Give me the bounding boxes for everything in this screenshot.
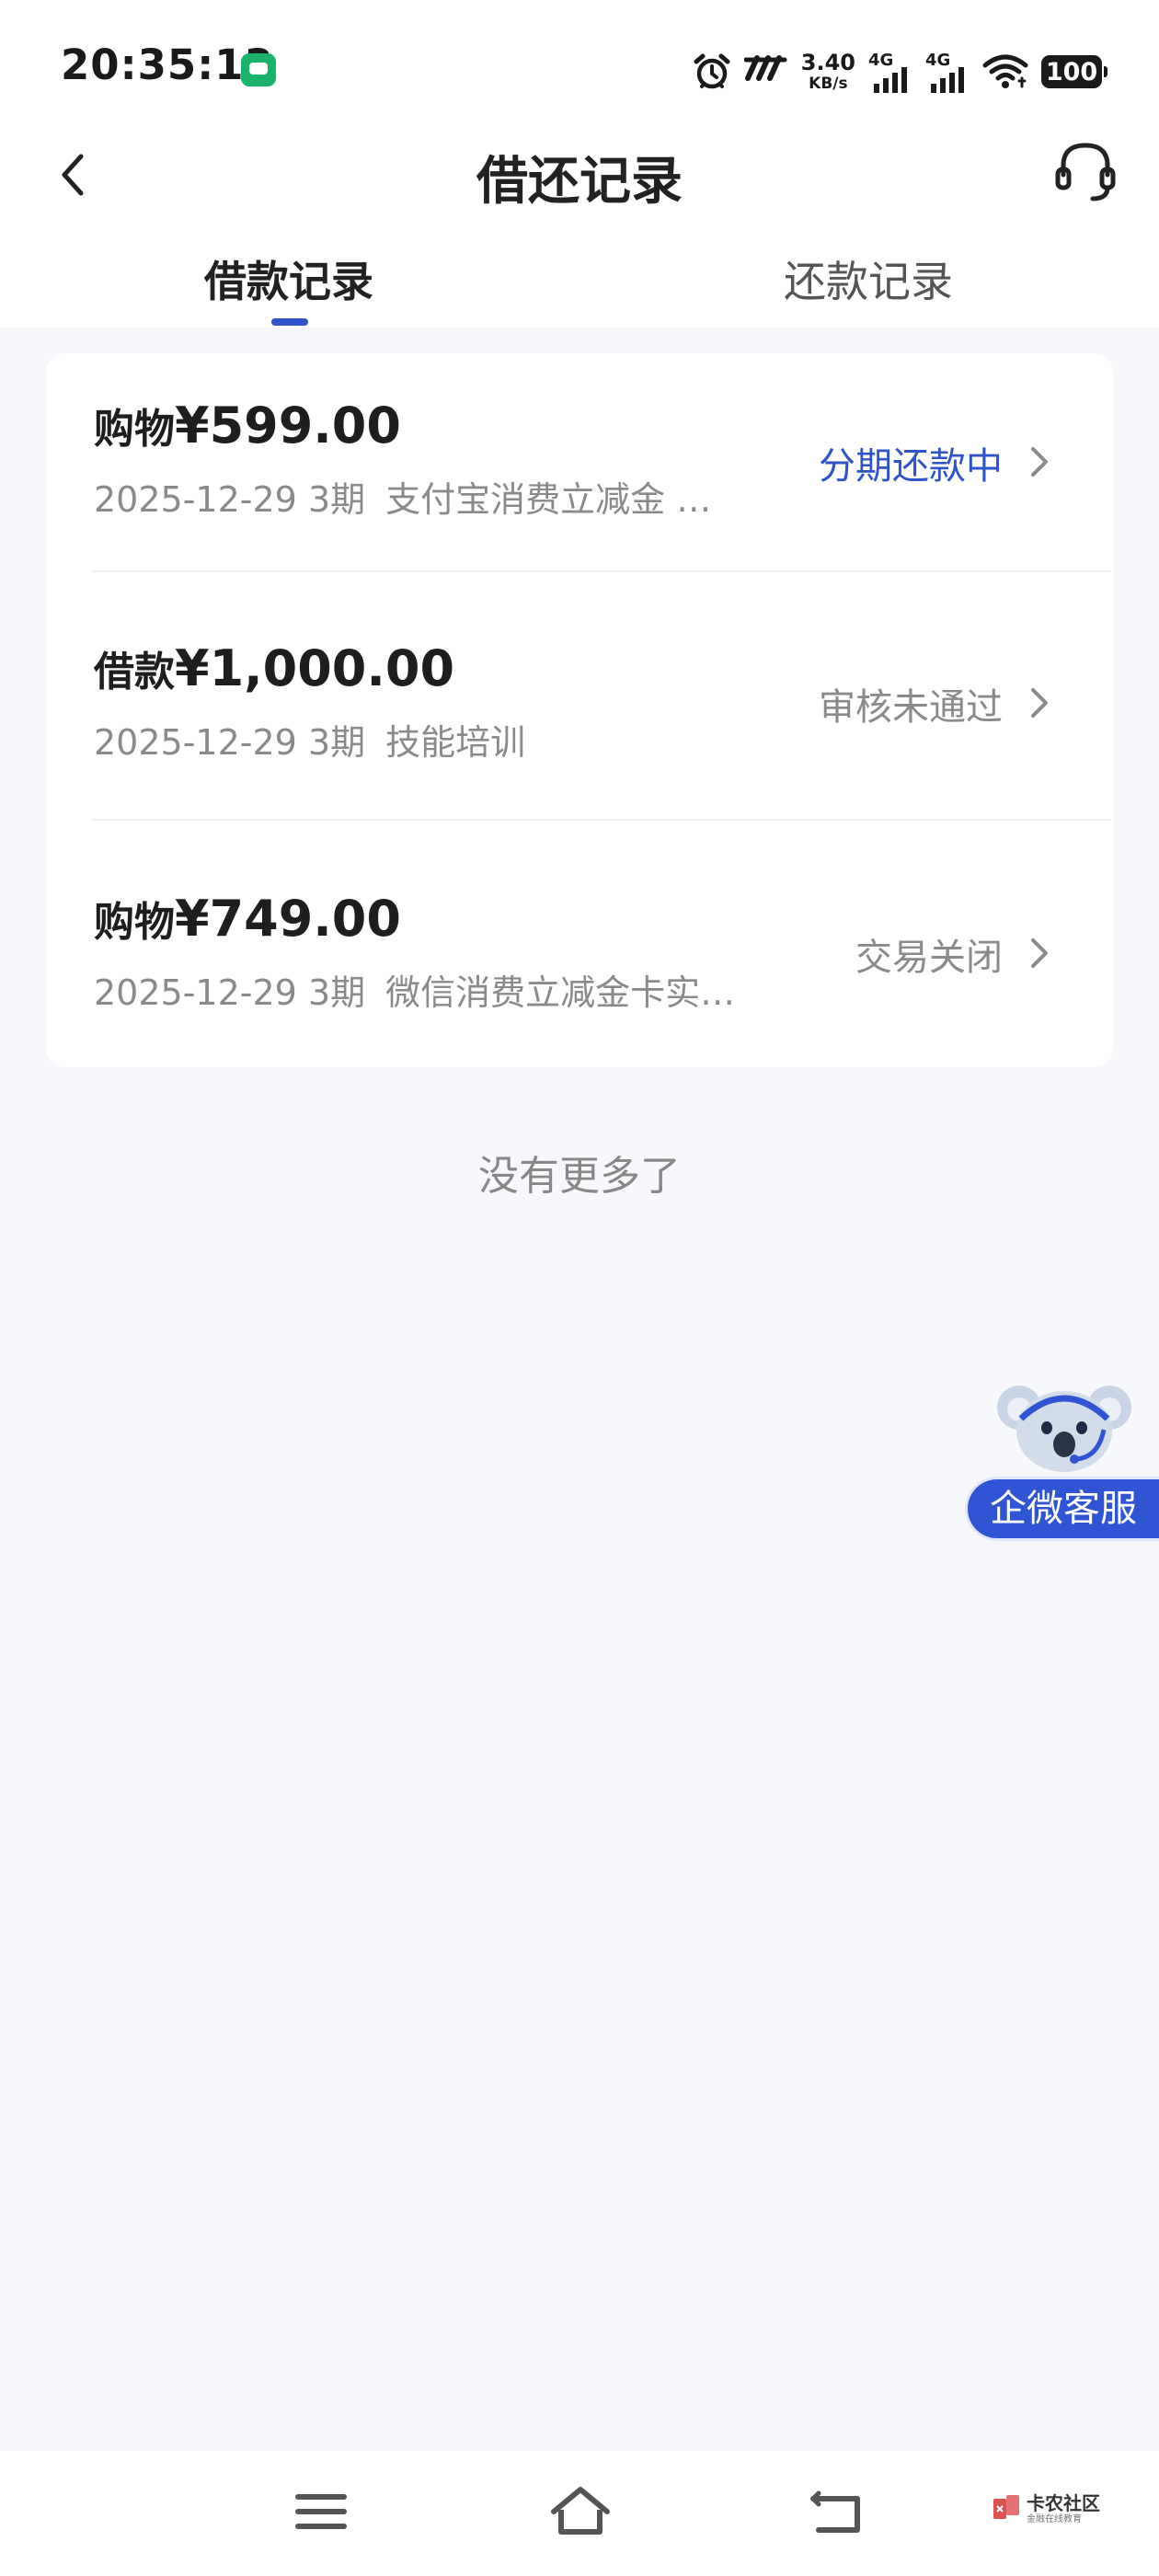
record-title: 购物¥599.00 bbox=[94, 396, 401, 454]
record-title: 借款¥1,000.00 bbox=[94, 638, 454, 697]
status-icons: 3.40 KB/s 4G 4G 100 bbox=[693, 46, 1107, 98]
record-item[interactable]: 购物¥749.00 2025-12-29 3期 微信消费立减金卡实… 交易关闭 bbox=[46, 856, 1113, 1104]
back-button[interactable] bbox=[48, 138, 103, 212]
signal-icon: 4G bbox=[925, 51, 970, 93]
record-status: 审核未通过 bbox=[819, 686, 1003, 729]
top-area: 20:35:13 3.40 KB/s 4G 4G 100 借还记录 借款记录 还… bbox=[0, 0, 1159, 328]
chevron-right-icon bbox=[1031, 447, 1048, 477]
record-list: 购物¥599.00 2025-12-29 3期 支付宝消费立减金 … 分期还款中 … bbox=[46, 353, 1113, 1067]
nfc-icon bbox=[743, 53, 788, 90]
divider bbox=[92, 570, 1111, 572]
record-date: 2025-12-29 bbox=[94, 972, 297, 1013]
record-periods: 3期 bbox=[307, 972, 366, 1013]
battery-icon: 100 bbox=[1041, 55, 1107, 88]
system-nav-bar: 卡农社区 金融在线教育 bbox=[0, 2451, 1159, 2576]
tab-borrow-records[interactable]: 借款记录 bbox=[204, 248, 373, 322]
headset-icon bbox=[1055, 143, 1116, 201]
signal-icon: 4G bbox=[868, 51, 912, 93]
koala-mascot-icon bbox=[997, 1386, 1131, 1472]
home-icon[interactable] bbox=[548, 2484, 613, 2539]
record-details: 2025-12-29 3期 技能培训 bbox=[94, 714, 525, 765]
record-type: 借款 bbox=[94, 649, 175, 696]
record-periods: 3期 bbox=[307, 722, 366, 763]
record-periods: 3期 bbox=[307, 479, 366, 520]
record-description: 技能培训 bbox=[385, 722, 526, 763]
chevron-right-icon bbox=[1031, 688, 1048, 718]
wifi-icon bbox=[982, 53, 1028, 90]
active-tab-indicator bbox=[271, 318, 308, 326]
customer-service-button[interactable] bbox=[1049, 134, 1122, 208]
network-speed-value: 3.40 bbox=[800, 50, 855, 75]
record-details: 2025-12-29 3期 支付宝消费立减金 … bbox=[94, 471, 711, 522]
record-details: 2025-12-29 3期 微信消费立减金卡实… bbox=[94, 964, 735, 1015]
chevron-right-icon bbox=[1031, 938, 1048, 968]
divider bbox=[92, 819, 1111, 821]
watermark-title: 卡农社区 bbox=[1027, 2491, 1100, 2514]
record-title: 购物¥749.00 bbox=[94, 889, 401, 948]
watermark-logo-icon bbox=[993, 2495, 1019, 2519]
record-type: 购物 bbox=[94, 899, 175, 946]
app-notification-icon bbox=[241, 53, 276, 86]
watermark: 卡农社区 金融在线教育 bbox=[992, 2493, 1100, 2524]
record-item[interactable]: 购物¥599.00 2025-12-29 3期 支付宝消费立减金 … 分期还款中 bbox=[46, 353, 1113, 602]
tab-repay-records[interactable]: 还款记录 bbox=[784, 248, 953, 322]
record-status: 交易关闭 bbox=[855, 937, 1003, 979]
menu-icon[interactable] bbox=[289, 2484, 353, 2539]
record-amount: ¥749.00 bbox=[175, 890, 401, 948]
record-description: 支付宝消费立减金 … bbox=[385, 479, 712, 520]
network-speed-unit: KB/s bbox=[809, 75, 848, 93]
back-icon[interactable] bbox=[806, 2484, 870, 2539]
chevron-left-icon bbox=[62, 154, 84, 196]
record-date: 2025-12-29 bbox=[94, 722, 297, 763]
watermark-subtitle: 金融在线教育 bbox=[1027, 2513, 1082, 2524]
page-title: 借还记录 bbox=[476, 152, 683, 212]
list-end-text: 没有更多了 bbox=[478, 1153, 681, 1200]
record-amount: ¥599.00 bbox=[175, 397, 401, 454]
float-service-label[interactable]: 企微客服 bbox=[968, 1479, 1159, 1538]
record-type: 购物 bbox=[94, 406, 175, 453]
record-amount: ¥1,000.00 bbox=[175, 639, 455, 697]
floating-customer-service[interactable]: 企微客服 bbox=[968, 1374, 1159, 1540]
alarm-icon bbox=[693, 52, 731, 91]
record-item[interactable]: 借款¥1,000.00 2025-12-29 3期 技能培训 审核未通过 bbox=[46, 604, 1113, 852]
network-speed: 3.40 KB/s bbox=[801, 52, 855, 92]
record-status: 分期还款中 bbox=[819, 445, 1003, 488]
record-description: 微信消费立减金卡实… bbox=[385, 972, 736, 1013]
record-date: 2025-12-29 bbox=[94, 479, 297, 520]
